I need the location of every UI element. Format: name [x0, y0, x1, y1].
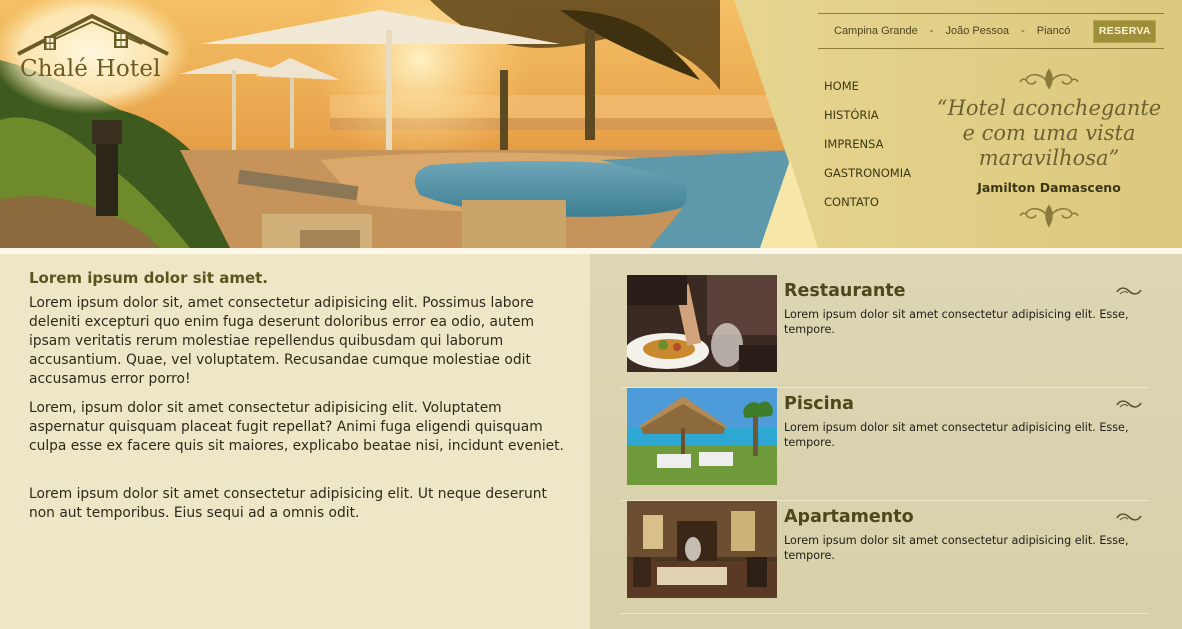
quote-author: Jamilton Damasceno [977, 180, 1121, 195]
feature-title: Restaurante [784, 281, 906, 301]
feature-description: Lorem ipsum dolor sit amet consectetur a… [784, 308, 1129, 336]
intro-paragraph: Lorem, ipsum dolor sit amet consectetur … [29, 400, 564, 454]
nav-item-imprensa[interactable]: IMPRENSA [824, 136, 911, 165]
pool-photo [627, 388, 777, 485]
city-link-joao-pessoa[interactable]: João Pessoa [945, 25, 1009, 37]
swirl-ornament-icon [1116, 287, 1142, 295]
feature-description: Lorem ipsum dolor sit amet consectetur a… [784, 421, 1129, 449]
city-nav: Campina Grande - João Pessoa - Piancó RE… [818, 13, 1164, 49]
intro-paragraph: Lorem ipsum dolor sit, amet consectetur … [29, 295, 535, 387]
feature-piscina[interactable]: Piscina Lorem ipsum dolor sit amet conse… [620, 388, 1149, 501]
quote-line-2: e com uma vista [962, 121, 1136, 145]
city-link-pianco[interactable]: Piancó [1037, 25, 1071, 37]
intro-section: Lorem ipsum dolor sit amet. Lorem ipsum … [0, 254, 590, 629]
intro-title: Lorem ipsum dolor sit amet. [29, 269, 268, 287]
feature-description: Lorem ipsum dolor sit amet consectetur a… [784, 534, 1129, 562]
restaurant-photo [627, 275, 777, 372]
feature-apartamento[interactable]: Apartamento Lorem ipsum dolor sit amet c… [620, 501, 1149, 614]
nav-item-contato[interactable]: CONTATO [824, 194, 911, 223]
apartment-photo [627, 501, 777, 598]
hotel-logo[interactable] [8, 6, 176, 98]
flourish-ornament-icon [1019, 204, 1079, 228]
testimonial-quote: “Hotel aconchegante e com uma vista mara… [926, 96, 1172, 171]
main-nav: HOME HISTÓRIA IMPRENSA GASTRONOMIA CONTA… [824, 78, 911, 223]
nav-item-historia[interactable]: HISTÓRIA [824, 107, 911, 136]
feature-title: Piscina [784, 394, 854, 414]
swirl-ornament-icon [1116, 513, 1142, 521]
features-section: Restaurante Lorem ipsum dolor sit amet c… [590, 254, 1182, 629]
flourish-ornament-icon [1019, 68, 1079, 90]
city-link-campina-grande[interactable]: Campina Grande [834, 25, 918, 37]
nav-item-home[interactable]: HOME [824, 78, 911, 107]
hotel-logo-text: Chalé Hotel [20, 56, 161, 82]
site-header: Chalé Hotel Campina Grande - João Pessoa… [0, 0, 1182, 248]
nav-item-gastronomia[interactable]: GASTRONOMIA [824, 165, 911, 194]
reserve-button[interactable]: RESERVA [1093, 19, 1157, 43]
intro-paragraph: Lorem ipsum dolor sit amet consectetur a… [29, 486, 547, 521]
city-separator: - [929, 25, 934, 37]
quote-line-1: “Hotel aconchegante [936, 96, 1162, 120]
feature-restaurante[interactable]: Restaurante Lorem ipsum dolor sit amet c… [620, 275, 1149, 388]
feature-title: Apartamento [784, 507, 914, 527]
swirl-ornament-icon [1116, 400, 1142, 408]
quote-line-3: maravilhosa” [978, 146, 1120, 170]
city-separator: - [1021, 25, 1025, 37]
